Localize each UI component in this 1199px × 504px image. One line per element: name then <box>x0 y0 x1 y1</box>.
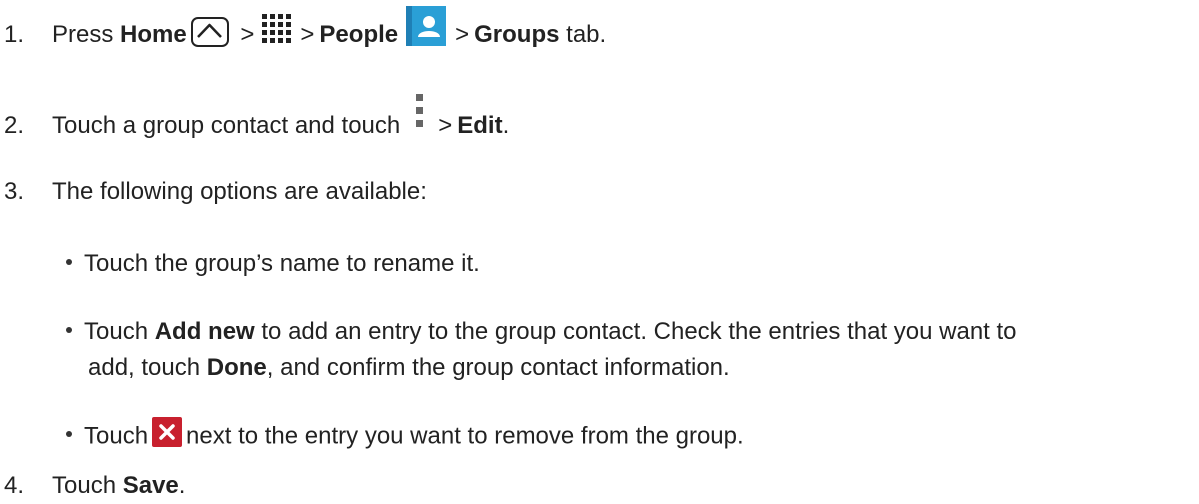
separator: > <box>240 20 255 48</box>
option-rename: Touch the group’s name to rename it. <box>66 250 480 278</box>
step-text: . <box>502 111 510 139</box>
step-number: 1. <box>4 20 25 48</box>
save-label: Save <box>122 472 179 499</box>
close-icon <box>152 417 183 447</box>
home-label: Home <box>120 20 187 48</box>
bullet-dot <box>66 431 72 437</box>
step-text: Press <box>52 20 114 48</box>
option-text: Touch <box>84 422 149 450</box>
step-text: Touch a group contact and touch <box>52 111 401 139</box>
option-text: , and confirm the group contact informat… <box>266 354 730 381</box>
step-1: 1. Press Home > > People > Groups tab. <box>0 6 607 59</box>
option-text: add, touch <box>88 354 201 381</box>
step-4: 4. Touch Save. <box>0 472 185 500</box>
step-text: Touch <box>52 472 117 499</box>
step-text: tab. <box>566 20 607 48</box>
menu-dots-icon <box>416 94 424 135</box>
option-text: Touch <box>84 318 149 345</box>
option-add-new: Touch Add new to add an entry to the gro… <box>66 318 1017 346</box>
done-label: Done <box>206 354 267 381</box>
bullet-dot <box>66 326 72 333</box>
home-icon <box>190 16 229 47</box>
step-text: . <box>178 472 186 499</box>
step-number: 2. <box>4 111 25 139</box>
edit-label: Edit <box>457 111 503 139</box>
apps-grid-icon <box>261 13 293 50</box>
add-new-label: Add new <box>154 318 255 345</box>
separator: > <box>300 20 315 48</box>
step-number: 4. <box>4 472 25 499</box>
separator: > <box>455 20 470 48</box>
option-text: next to the entry you want to remove fro… <box>186 422 744 450</box>
step-text: The following options are available: <box>52 178 427 205</box>
step-number: 3. <box>4 178 25 205</box>
bullet-dot <box>66 258 72 265</box>
option-text: Touch the group’s name to rename it. <box>84 250 480 277</box>
separator: > <box>438 111 453 139</box>
option-text: to add an entry to the group contact. Ch… <box>261 318 1017 345</box>
step-3: 3. The following options are available: <box>0 178 427 206</box>
groups-label: Groups <box>474 20 560 48</box>
step-2: 2. Touch a group contact and touch > Edit. <box>0 94 510 147</box>
people-icon <box>406 6 447 53</box>
option-remove: Touch next to the entry you want to remo… <box>66 417 744 452</box>
option-add-new-continued: add, touch Done, and confirm the group c… <box>88 354 730 382</box>
people-label: People <box>319 20 399 48</box>
